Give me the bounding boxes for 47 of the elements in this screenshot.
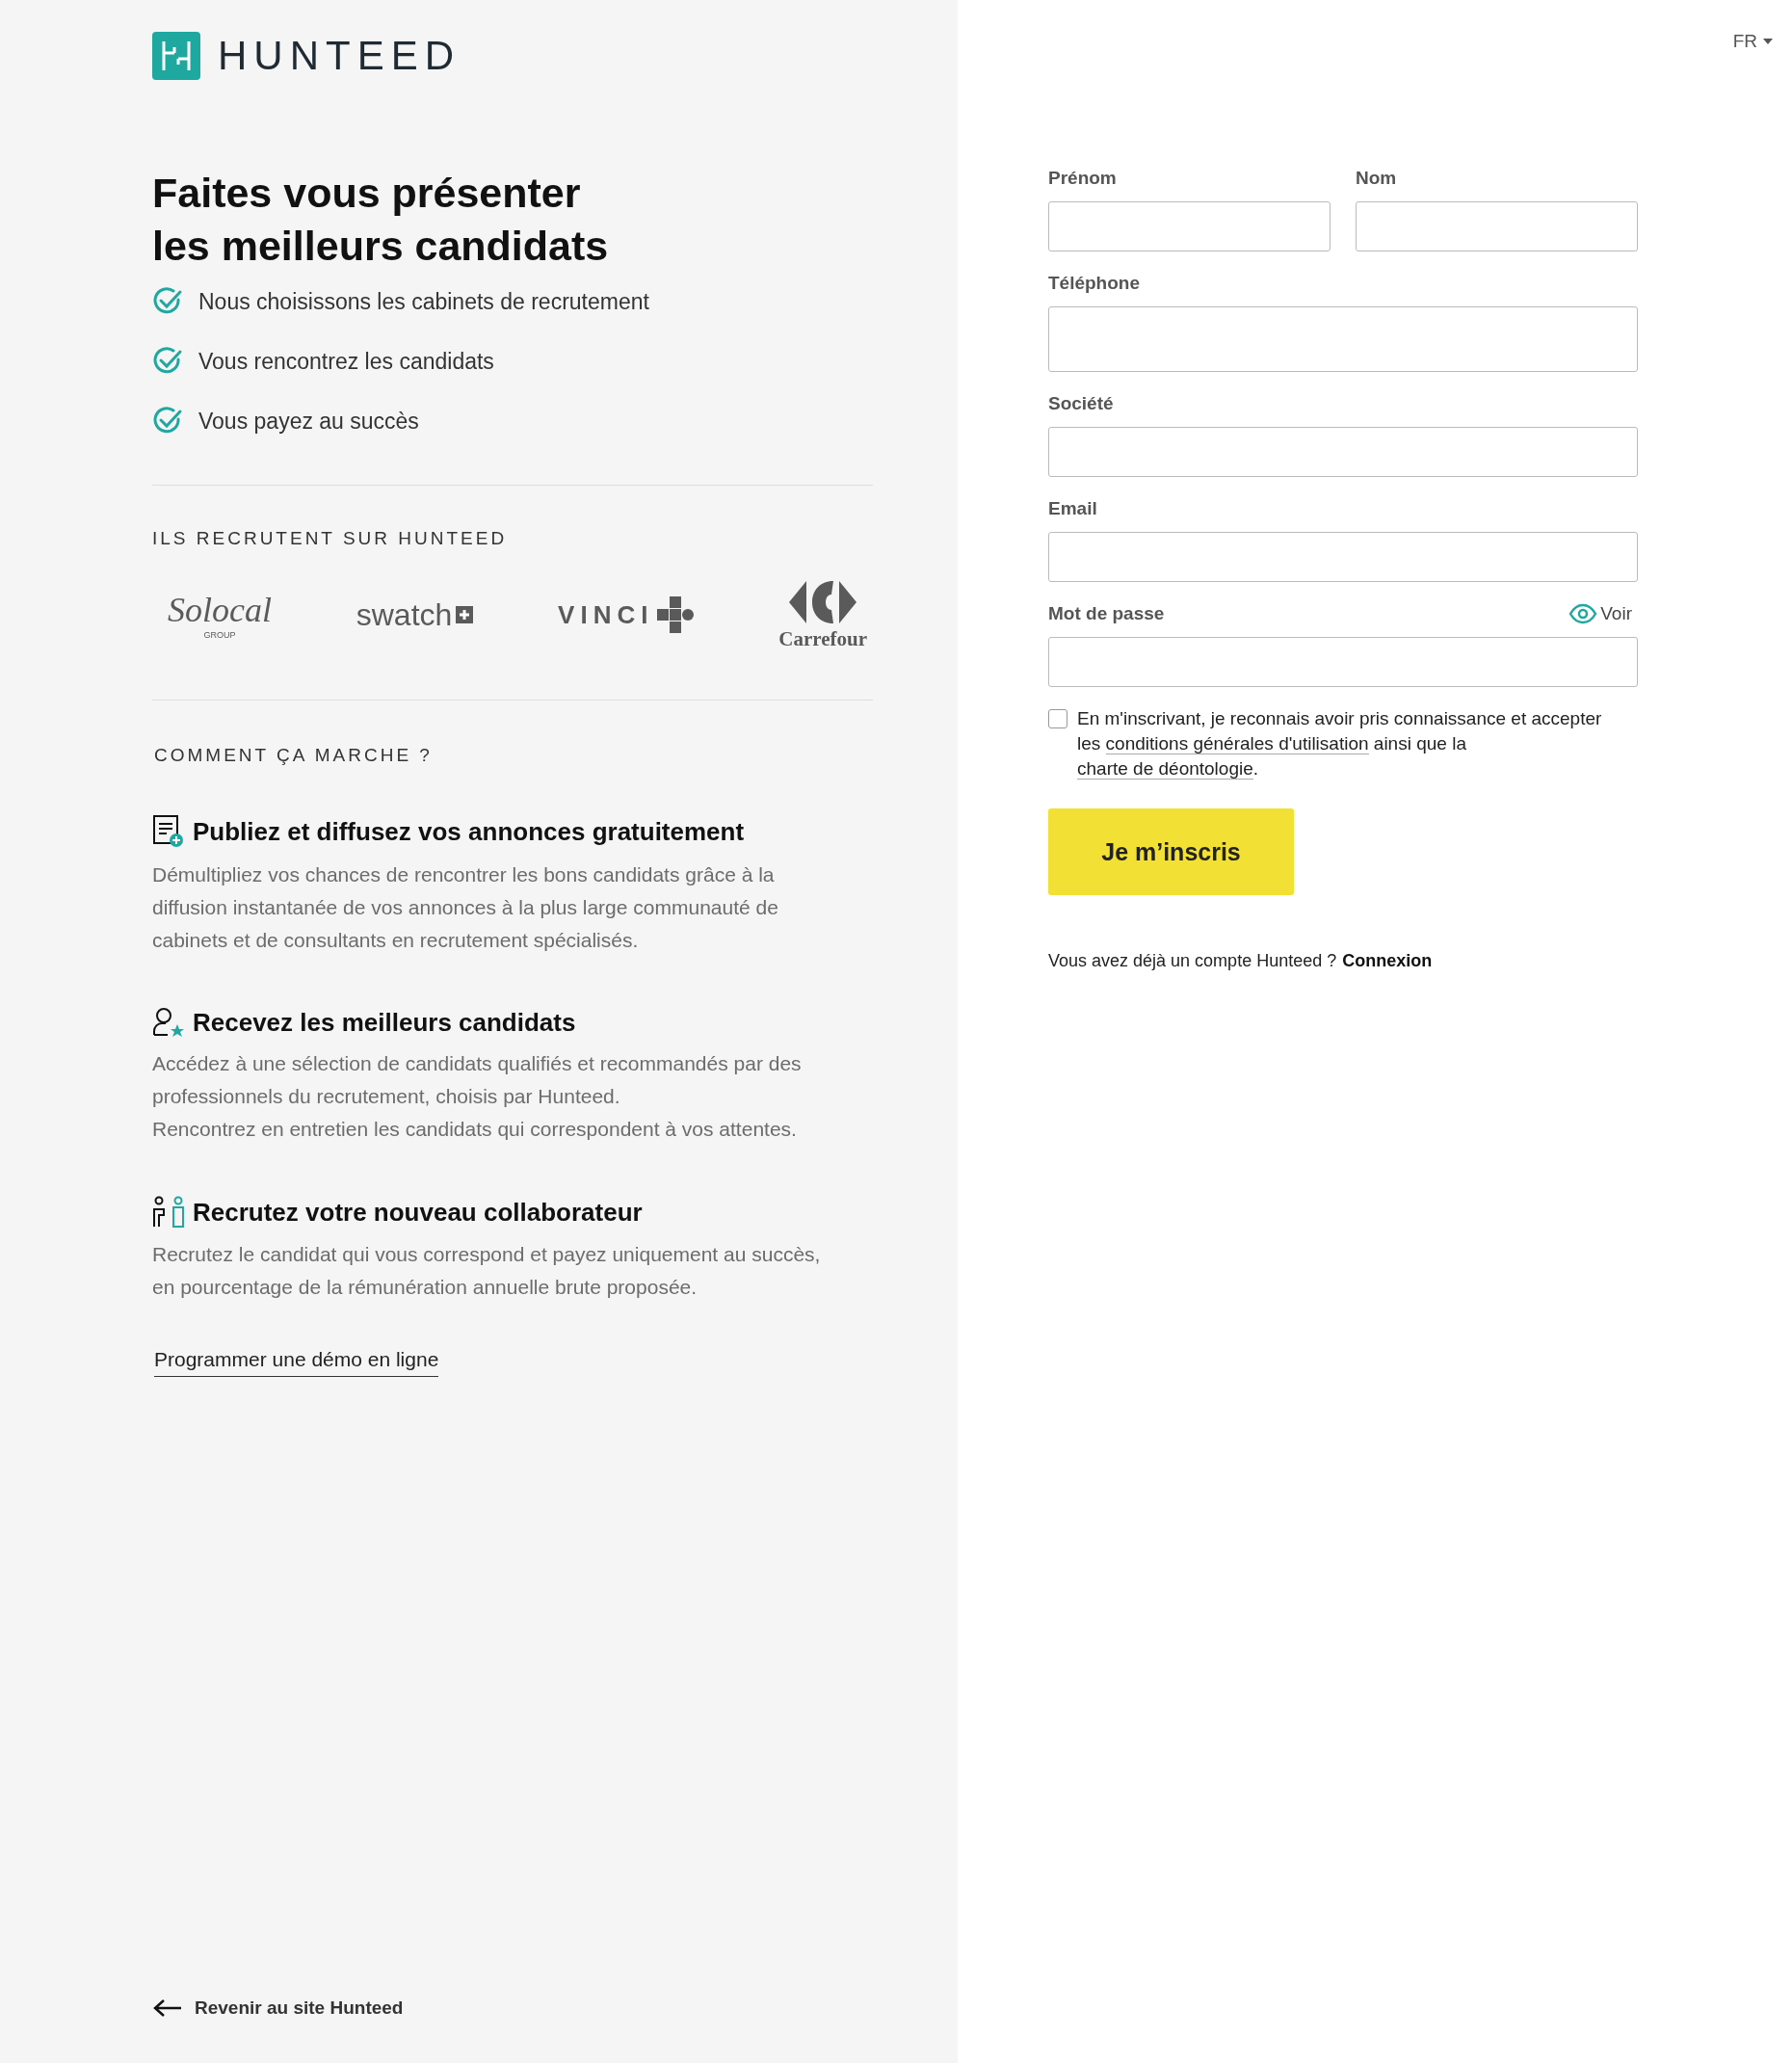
user-star-icon <box>152 1007 185 1038</box>
step-description: Recrutez le candidat qui vous correspond et payez uniquement au succès, en pourcentage de la rémunération annuelle brute proposée. <box>152 1242 822 1300</box>
section-title: COMMENT ÇA MARCHE ? <box>154 745 434 766</box>
login-prompt: Vous avez déjà un compte Hunteed ? <box>1048 951 1337 971</box>
signup-button[interactable]: Je m’inscris <box>1048 808 1294 895</box>
consent-checkbox[interactable] <box>1048 709 1067 728</box>
client-logo: Carrefour <box>778 578 867 651</box>
input-field[interactable] <box>1048 201 1331 251</box>
show-password-button[interactable]: Voir <box>1568 603 1632 624</box>
terms-link[interactable]: charte de déontologie <box>1077 758 1253 780</box>
field-label: Prénom <box>1048 168 1117 189</box>
input-field[interactable] <box>1048 637 1638 687</box>
input-field[interactable] <box>1048 306 1638 372</box>
language-selector[interactable]: FR <box>1732 31 1773 52</box>
benefit-text: Nous choisissons les cabinets de recrutement <box>198 288 649 315</box>
field-label: Téléphone <box>1048 273 1140 294</box>
step-title: Recevez les meilleurs candidats <box>193 1007 576 1038</box>
brand-logo-icon <box>152 32 200 80</box>
consent-text: En m'inscrivant, je reconnais avoir pris connaissance et accepter les conditions générales d'utilisation ainsi que la charte de déontologie. <box>1077 707 1603 781</box>
field-label: Email <box>1048 498 1097 519</box>
field-label: Société <box>1048 393 1114 414</box>
input-field[interactable] <box>1356 201 1638 251</box>
terms-link[interactable]: conditions générales d'utilisation <box>1105 733 1369 754</box>
step-description: Démultipliez vos chances de rencontrer les bons candidats grâce à la diffusion instantanée de vos annonces à la plus large communauté de cabinets et de consultants en recrutement spécialisés. <box>152 862 779 953</box>
login-link[interactable]: Connexion <box>1342 951 1433 971</box>
step-description: Accédez à une sélection de candidats qualifiés et recommandés par des professionnels du recrutement, choisis par Hunteed. <box>152 1051 803 1109</box>
document-add-icon <box>152 814 185 849</box>
step-title: Publiez et diffusez vos annonces gratuitement <box>193 816 745 847</box>
step-description: Rencontrez en entretien les candidats qui correspondent à vos attentes. <box>152 1117 798 1142</box>
arrow-left-icon <box>152 1998 183 2018</box>
demo-link[interactable]: Programmer une démo en ligne <box>154 1348 439 1377</box>
step-title: Recrutez votre nouveau collaborateur <box>193 1197 643 1228</box>
section-title: ILS RECRUTENT SUR HUNTEED <box>152 528 509 549</box>
benefit-text: Vous rencontrez les candidats <box>198 348 494 375</box>
back-link[interactable]: Revenir au site Hunteed <box>152 1997 404 2019</box>
client-logo: Solocal GROUP <box>168 590 272 640</box>
benefit-text: Vous payez au succès <box>198 408 419 435</box>
headline: Faites vous présenter les meilleurs candidats <box>152 169 610 271</box>
field-label: Mot de passe <box>1048 603 1165 624</box>
brand-name: HUNTEED <box>218 33 461 79</box>
client-logo: swatch <box>356 596 474 633</box>
input-field[interactable] <box>1048 427 1638 477</box>
field-label: Nom <box>1356 168 1397 189</box>
client-logo: VINCI <box>558 596 695 633</box>
people-icon <box>152 1196 185 1229</box>
caret-icon <box>1763 39 1773 44</box>
input-field[interactable] <box>1048 532 1638 582</box>
